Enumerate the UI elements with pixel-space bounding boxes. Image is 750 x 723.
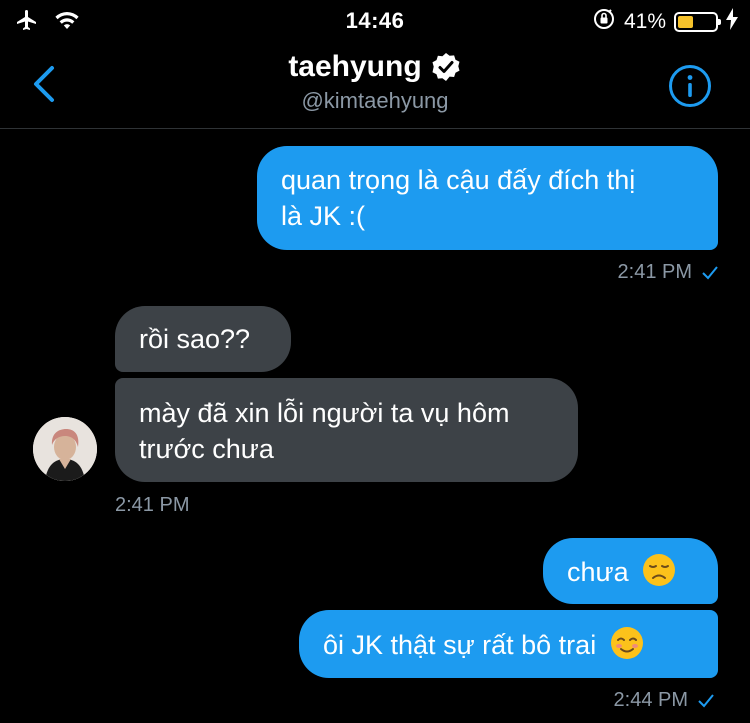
avatar[interactable] (33, 417, 97, 481)
received-message-bubble[interactable]: mày đã xin lỗi người ta vụ hôm trước chư… (115, 378, 578, 482)
info-button[interactable] (668, 64, 712, 108)
received-message-bubble[interactable]: rồi sao?? (115, 306, 291, 372)
read-check-icon (702, 265, 718, 279)
message-meta: 2:41 PM (618, 261, 718, 284)
message-timestamp: 2:44 PM (613, 689, 688, 711)
message-timestamp: 2:41 PM (617, 261, 692, 283)
message-text: ôi JK thật sự rất bô trai (323, 630, 597, 660)
message-text-line: trước chưa (139, 434, 274, 464)
status-bar: 14:46 41% (0, 0, 750, 40)
read-check-icon (698, 693, 714, 707)
message-meta: 2:44 PM (614, 689, 714, 712)
sent-message-bubble[interactable]: quan trọng là cậu đấy đích thị là JK :( (257, 146, 718, 250)
conversation-title[interactable]: taehyung (288, 50, 421, 84)
message-meta: 2:41 PM (115, 494, 189, 517)
verified-badge-icon (432, 53, 460, 81)
orientation-lock-icon (592, 7, 616, 37)
message-text: chưa (567, 557, 629, 587)
message-timestamp: 2:41 PM (115, 494, 190, 516)
message-text-line: rồi sao?? (139, 324, 251, 354)
message-text-line: là JK :( (281, 201, 366, 231)
conversation-header: taehyung @kimtaehyung (0, 40, 750, 129)
message-text-line: quan trọng là cậu đấy đích thị (281, 165, 636, 195)
charging-bolt-icon (726, 8, 738, 36)
smiling-face-emoji (610, 627, 643, 659)
message-text-line: mày đã xin lỗi người ta vụ hôm (139, 398, 510, 428)
conversation-handle: @kimtaehyung (301, 88, 449, 113)
disappointed-face-emoji (643, 554, 676, 586)
sent-message-bubble[interactable]: ôi JK thật sự rất bô trai (299, 610, 718, 678)
battery-icon (674, 12, 721, 32)
battery-percent: 41% (623, 10, 666, 33)
sent-message-bubble[interactable]: chưa (543, 538, 718, 604)
info-icon (669, 65, 711, 107)
